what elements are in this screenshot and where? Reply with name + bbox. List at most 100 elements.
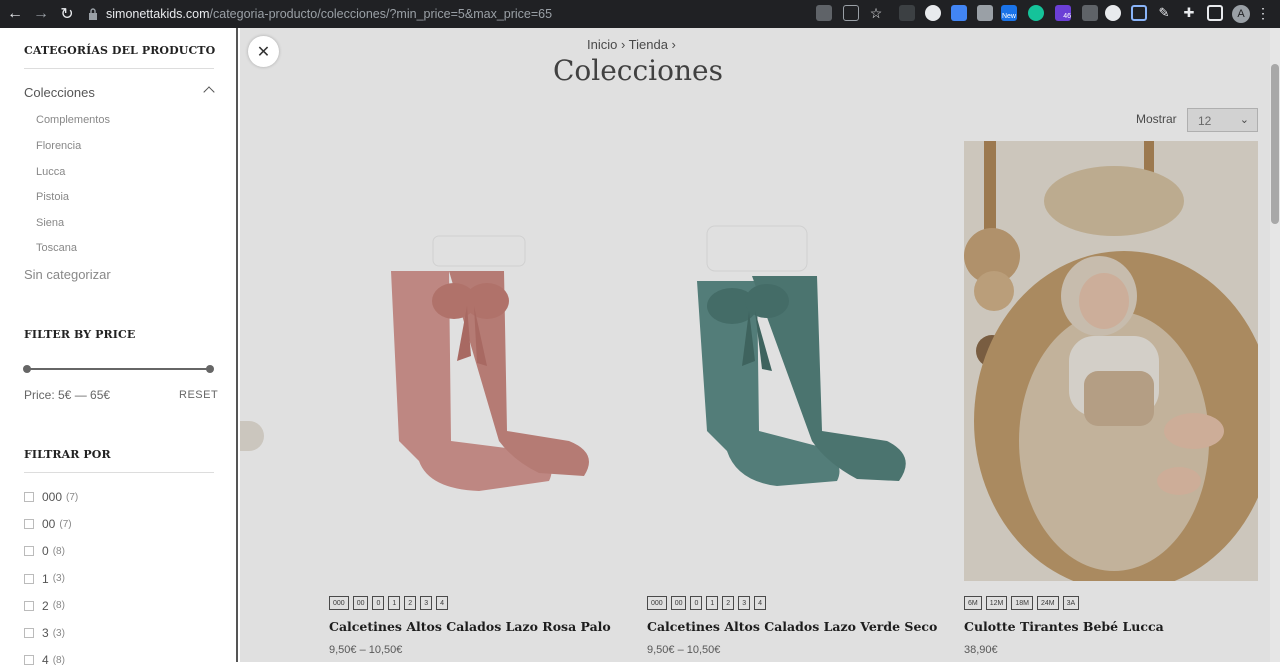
- size-tag[interactable]: 18M: [1011, 596, 1033, 610]
- subcategory-item[interactable]: Complementos: [36, 114, 110, 126]
- bookmark-star-icon[interactable]: ☆: [868, 5, 884, 21]
- scrollbar-thumb[interactable]: [1271, 64, 1279, 224]
- checkbox[interactable]: [24, 546, 34, 557]
- profile-avatar[interactable]: A: [1232, 5, 1250, 23]
- size-tag[interactable]: 12M: [985, 596, 1008, 610]
- size-tag[interactable]: 000: [647, 596, 667, 610]
- side-panel-icon[interactable]: [1207, 5, 1223, 21]
- filter-by-heading: FILTRAR POR: [24, 448, 111, 461]
- product-price: 9,50€ – 10,50€: [329, 644, 403, 656]
- price-slider-max-handle[interactable]: [206, 365, 214, 373]
- checkbox[interactable]: [24, 573, 34, 584]
- size-tag[interactable]: 3A: [1062, 596, 1080, 610]
- scrollbar[interactable]: [1270, 28, 1280, 662]
- filter-option[interactable]: 0 (8): [24, 544, 65, 558]
- screen-icon[interactable]: [1131, 5, 1147, 21]
- size-tag[interactable]: 0: [372, 596, 385, 610]
- filter-option[interactable]: 2 (8): [24, 599, 65, 613]
- extension-counter-icon[interactable]: 46: [1055, 5, 1071, 21]
- size-tag[interactable]: 1: [388, 596, 401, 610]
- product-name[interactable]: Culotte Tirantes Bebé Lucca: [964, 619, 1258, 634]
- size-tag[interactable]: 000: [329, 596, 349, 610]
- back-arrow-icon[interactable]: ←: [4, 3, 26, 25]
- menu-icon[interactable]: ⋮: [1256, 6, 1270, 20]
- filter-sidebar: CATEGORÍAS DEL PRODUCTO Colecciones Comp…: [0, 28, 238, 667]
- filter-label: 1: [42, 571, 49, 586]
- per-page-select[interactable]: 12 ⌄: [1187, 108, 1258, 132]
- size-list: 000 00 0 1 2 3 4: [329, 596, 623, 610]
- size-tag[interactable]: 6M: [964, 596, 982, 610]
- address-bar[interactable]: simonettakids.com/categoria-producto/col…: [88, 4, 552, 24]
- filter-count: (7): [59, 518, 72, 530]
- checkbox[interactable]: [24, 600, 34, 611]
- size-tag[interactable]: 1: [706, 596, 719, 610]
- forward-arrow-icon[interactable]: →: [30, 3, 52, 25]
- filter-option[interactable]: 4 (8): [24, 653, 65, 667]
- chevron-up-icon[interactable]: [203, 86, 215, 98]
- subcategory-item[interactable]: Pistoia: [36, 191, 69, 203]
- filter-option[interactable]: 000 (7): [24, 490, 78, 504]
- checkbox[interactable]: [24, 655, 34, 666]
- camera-icon[interactable]: [977, 5, 993, 21]
- puzzle-icon[interactable]: ✚: [1181, 5, 1197, 21]
- price-slider-track[interactable]: [27, 368, 210, 370]
- product-image[interactable]: [647, 141, 941, 581]
- checkbox[interactable]: [24, 492, 34, 502]
- product-name[interactable]: Calcetines Altos Calados Lazo Rosa Palo: [329, 619, 623, 634]
- product-card[interactable]: 000 00 0 1 2 3 4 Calcetines Altos Calados Lazo…: [647, 141, 941, 656]
- pink-sock-image: [391, 235, 589, 491]
- per-page-value: 12: [1198, 114, 1212, 128]
- size-tag[interactable]: 00: [670, 596, 687, 610]
- size-tag[interactable]: 0: [690, 596, 703, 610]
- size-tag[interactable]: 4: [436, 596, 449, 610]
- filter-count: (7): [66, 491, 79, 503]
- share-icon[interactable]: [843, 5, 859, 21]
- size-tag[interactable]: 24M: [1036, 596, 1059, 610]
- divider: [24, 472, 214, 473]
- extension-icon[interactable]: [951, 5, 967, 21]
- category-uncategorized[interactable]: Sin categorizar: [24, 267, 111, 282]
- extension-icon[interactable]: [1105, 5, 1121, 21]
- size-tag[interactable]: 3: [738, 596, 751, 610]
- filter-option[interactable]: 00 (7): [24, 517, 72, 531]
- checkbox[interactable]: [24, 519, 34, 530]
- filter-option[interactable]: 1 (3): [24, 572, 65, 586]
- product-card[interactable]: 6M 12M 18M 24M 3A Culotte Tirantes Bebé Lucc…: [964, 141, 1258, 656]
- product-name[interactable]: Calcetines Altos Calados Lazo Verde Seco: [647, 619, 941, 634]
- category-colecciones[interactable]: Colecciones: [24, 85, 95, 100]
- product-image[interactable]: [329, 141, 623, 581]
- size-tag[interactable]: 2: [404, 596, 417, 610]
- size-tag[interactable]: 00: [352, 596, 369, 610]
- page-title: Colecciones: [553, 54, 723, 87]
- extension-icon[interactable]: [899, 5, 915, 21]
- reset-button[interactable]: RESET: [179, 389, 218, 401]
- close-icon[interactable]: ✕: [248, 36, 279, 67]
- filter-label: 00: [42, 517, 56, 532]
- filter-count: (8): [52, 600, 65, 612]
- filter-count: (3): [52, 573, 65, 585]
- globe-icon[interactable]: [925, 5, 941, 21]
- reload-icon[interactable]: ↻: [56, 3, 78, 25]
- checkbox[interactable]: [24, 628, 34, 638]
- divider: [24, 68, 214, 69]
- translate-icon[interactable]: [816, 5, 832, 21]
- size-tag[interactable]: 2: [722, 596, 735, 610]
- chevron-down-icon: ⌄: [1239, 114, 1249, 126]
- pen-icon[interactable]: ✎: [1156, 5, 1172, 21]
- grammarly-icon[interactable]: [1028, 5, 1044, 21]
- subcategory-item[interactable]: Florencia: [36, 140, 81, 152]
- subcategory-item[interactable]: Siena: [36, 217, 64, 229]
- subcategory-item[interactable]: Toscana: [36, 242, 77, 254]
- size-tag[interactable]: 3: [420, 596, 433, 610]
- url-path: /categoria-producto/colecciones/?min_pri…: [209, 7, 553, 21]
- product-card[interactable]: 000 00 0 1 2 3 4 Calcetines Altos Calados Lazo…: [329, 141, 623, 656]
- extension-icon[interactable]: [1082, 5, 1098, 21]
- product-image[interactable]: [964, 141, 1258, 581]
- filter-option[interactable]: 3 (3): [24, 626, 65, 640]
- subcategory-item[interactable]: Lucca: [36, 166, 65, 178]
- main-content: Inicio › Tienda › Colecciones Mostrar 12…: [240, 28, 1270, 662]
- breadcrumb[interactable]: Inicio › Tienda ›: [587, 37, 676, 52]
- extension-new-icon[interactable]: New: [1001, 5, 1017, 21]
- size-tag[interactable]: 4: [754, 596, 767, 610]
- price-slider-min-handle[interactable]: [23, 365, 31, 373]
